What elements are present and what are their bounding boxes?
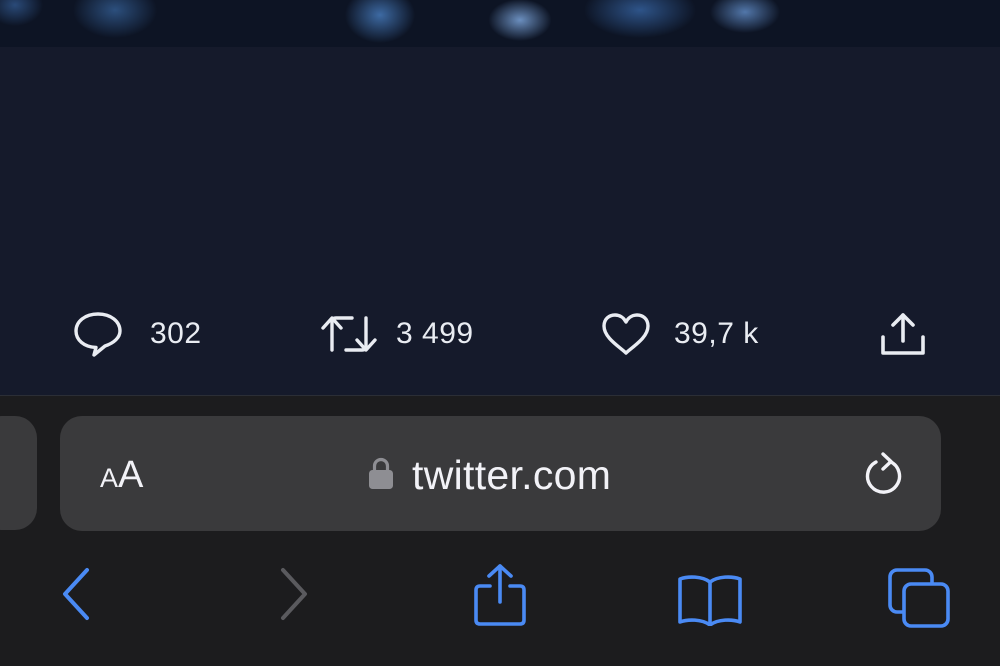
bookmarks-button[interactable] — [676, 572, 744, 631]
url-text: twitter.com — [412, 452, 612, 498]
text-size-large-label: A — [118, 454, 144, 496]
tabs-button[interactable] — [886, 566, 952, 635]
retweet-button[interactable]: 3 499 — [320, 308, 474, 360]
tabs-icon — [886, 568, 952, 634]
url-display[interactable]: twitter.com — [368, 452, 611, 499]
share-page-button[interactable] — [472, 562, 528, 633]
book-icon — [676, 575, 744, 630]
reply-count: 302 — [150, 317, 202, 350]
share-tweet-button[interactable] — [878, 308, 928, 360]
reload-icon — [863, 452, 907, 503]
retweet-icon — [320, 312, 378, 356]
retweet-count: 3 499 — [396, 317, 474, 350]
reply-button[interactable]: 302 — [72, 308, 202, 360]
like-button[interactable]: 39,7 k — [600, 308, 759, 360]
text-size-button[interactable]: A A — [100, 454, 143, 497]
previous-tab-preview[interactable] — [0, 416, 37, 530]
browser-chrome: A A twitter.com — [0, 396, 1000, 666]
tweet-media-image[interactable] — [0, 0, 1000, 47]
back-button[interactable] — [58, 566, 94, 627]
address-bar[interactable]: A A twitter.com — [60, 416, 941, 531]
comment-icon — [72, 310, 124, 358]
share-icon — [878, 309, 928, 359]
like-count: 39,7 k — [674, 317, 759, 350]
lock-icon — [368, 456, 394, 495]
chevron-right-icon — [276, 568, 312, 626]
heart-icon — [600, 311, 652, 357]
chevron-left-icon — [58, 568, 94, 626]
text-size-small-label: A — [100, 463, 119, 493]
share-icon — [472, 564, 528, 632]
reload-button[interactable] — [863, 451, 907, 504]
forward-button[interactable] — [276, 566, 312, 627]
